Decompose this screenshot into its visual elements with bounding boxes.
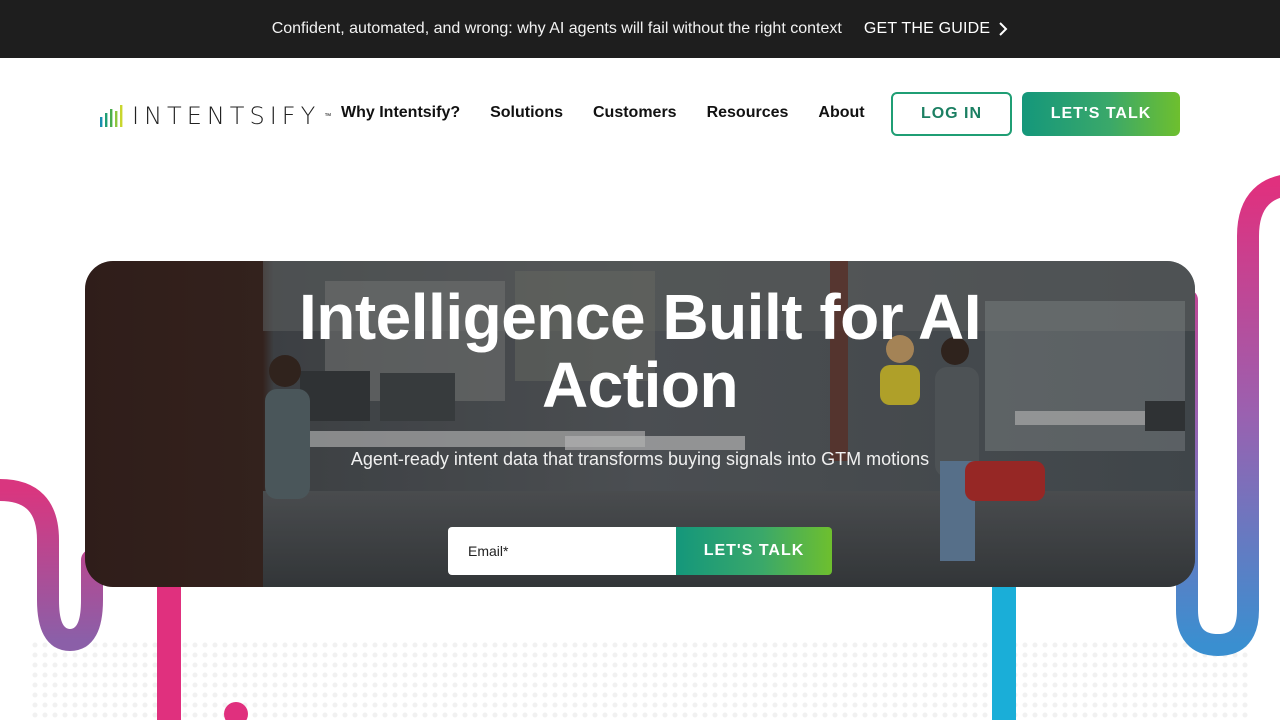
- email-input[interactable]: [448, 527, 676, 575]
- main-nav: Why Intentsify? Solutions Customers Reso…: [341, 104, 865, 122]
- hero-title-line-2: Action: [541, 349, 739, 421]
- hero-banner: Intelligence Built for AI Action Agent-r…: [85, 261, 1195, 587]
- logo-bars-icon: [100, 105, 123, 127]
- lets-talk-button[interactable]: LET'S TALK: [1022, 92, 1180, 136]
- intentsify-logo[interactable]: INTENTSIFY ™: [100, 102, 331, 130]
- get-guide-label: GET THE GUIDE: [863, 20, 991, 37]
- nav-why-intentsify[interactable]: Why Intentsify?: [341, 104, 460, 122]
- logo-trademark: ™: [324, 112, 332, 120]
- hero-subtitle: Agent-ready intent data that transforms …: [350, 449, 930, 469]
- nav-customers[interactable]: Customers: [593, 104, 677, 122]
- hero-title-line-1: Intelligence Built for AI: [298, 281, 982, 353]
- chevron-right-icon: [999, 22, 1008, 36]
- hero-title: Intelligence Built for AI Action: [85, 283, 1195, 419]
- announcement-bar: Confident, automated, and wrong: why AI …: [0, 0, 1280, 58]
- login-button[interactable]: LOG IN: [891, 92, 1012, 136]
- site-header: INTENTSIFY ™ Why Intentsify? Solutions C…: [0, 58, 1280, 170]
- get-guide-link[interactable]: GET THE GUIDE: [864, 20, 1008, 38]
- nav-solutions[interactable]: Solutions: [490, 104, 563, 122]
- email-signup-form: LET'S TALK: [448, 527, 832, 575]
- nav-resources[interactable]: Resources: [707, 104, 789, 122]
- hero-lets-talk-button[interactable]: LET'S TALK: [676, 527, 832, 575]
- nav-about[interactable]: About: [818, 104, 864, 122]
- logo-text: INTENTSIFY: [132, 102, 321, 130]
- announcement-message: Confident, automated, and wrong: why AI …: [271, 20, 842, 37]
